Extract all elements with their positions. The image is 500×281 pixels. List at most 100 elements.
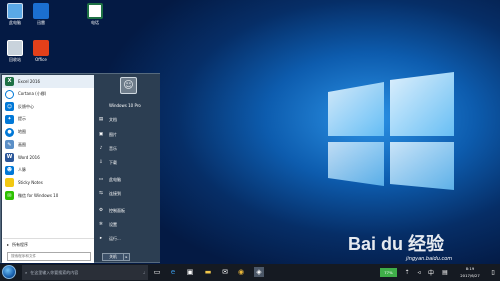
start-app-paint[interactable]: ✎ 画图 (2, 138, 94, 151)
start-menu: X Excel 2016 Cortana (小娜) ☺ 反馈中心 ✦ 提示 ● … (0, 73, 160, 263)
app-label: 微信 for Windows 10 (18, 192, 59, 198)
arrow-right-icon: ▸ (7, 242, 10, 247)
desktop-icon-label: Office (35, 57, 47, 62)
start-app-word[interactable]: W Word 2016 (2, 151, 94, 164)
desktop-icon-thunder[interactable]: 迅雷 (28, 3, 54, 26)
active-app-icon[interactable]: ◈ (254, 267, 264, 277)
menu-item-music[interactable]: ♪ 音乐 (97, 144, 117, 153)
task-view-icon[interactable]: ▭ (152, 267, 162, 277)
app-label: Sticky Notes (18, 180, 43, 186)
shutdown-label: 关机 (109, 254, 117, 259)
desktop-icon-this-pc[interactable]: 此电脑 (2, 3, 28, 26)
folder-icon[interactable]: ▬ (203, 267, 213, 277)
menu-item-run[interactable]: ▸ 运行... (97, 234, 121, 243)
start-app-cortana[interactable]: Cortana (小娜) (2, 88, 94, 101)
start-menu-app-list: X Excel 2016 Cortana (小娜) ☺ 反馈中心 ✦ 提示 ● … (2, 75, 94, 263)
app-label: 提示 (18, 116, 26, 122)
feedback-icon: ☺ (5, 102, 14, 112)
start-app-people[interactable]: ☻ 人脉 (2, 164, 94, 177)
store-icon[interactable]: ▣ (185, 267, 195, 277)
desktop-icon-recycle-bin[interactable]: 回收站 (2, 40, 28, 63)
app-label: 画图 (18, 141, 26, 147)
start-app-tips[interactable]: ✦ 提示 (2, 113, 94, 126)
paint-icon: ✎ (5, 140, 14, 150)
watermark-brand: Bai du 经验 (348, 233, 445, 254)
desktop-icon-excel-file[interactable]: 电话 (82, 3, 108, 26)
shutdown-button[interactable]: 关机 (102, 253, 124, 261)
thunder-icon (33, 3, 49, 19)
item-label: 音乐 (109, 145, 117, 151)
cortana-icon (5, 89, 14, 99)
excel-icon: X (5, 76, 14, 86)
start-app-wechat[interactable]: ✉ 微信 for Windows 10 (2, 189, 94, 202)
shutdown-options-button[interactable]: ▸ (124, 253, 130, 261)
chevron-right-icon: ▸ (125, 255, 128, 259)
item-label: 下载 (109, 159, 117, 165)
start-menu-user-pane: ☺ Windows 10 Pro ▤ 文档 ▣ 图片 ♪ 音乐 ⇩ 下载 ▭ 此… (94, 74, 160, 264)
app-label: 地图 (18, 129, 26, 135)
computer-icon: ▭ (98, 177, 104, 182)
download-icon: ⇩ (99, 160, 103, 165)
mail-icon[interactable]: ✉ (220, 267, 230, 277)
office-icon (33, 40, 49, 56)
menu-item-this-pc[interactable]: ▭ 此电脑 (97, 175, 121, 184)
battery-indicator[interactable]: 77% (380, 268, 397, 277)
desktop-icon-label: 电话 (91, 20, 99, 25)
watermark-url: jingyan.baidu.com (406, 256, 453, 262)
taskbar: ⌕ 在这里输入你要搜索的内容 ♩ ▭ e ▣ ▬ ✉ ◉ ◈ 77% ⇡ ◃ 中… (0, 264, 500, 281)
item-label: Windows 10 Pro (109, 103, 141, 108)
start-app-excel[interactable]: X Excel 2016 (2, 75, 94, 88)
desktop-icon-label: 回收站 (9, 57, 21, 62)
menu-item-pictures[interactable]: ▣ 图片 (97, 130, 117, 139)
search-icon: ⌕ (25, 270, 28, 275)
app-label: 人脉 (18, 167, 26, 173)
menu-item-connect-to[interactable]: ⇆ 连接到 (97, 189, 121, 198)
word-icon: W (5, 152, 14, 162)
desktop-icon-office[interactable]: Office (28, 40, 54, 63)
item-label: 连接到 (109, 190, 121, 196)
chrome-icon[interactable]: ◉ (236, 267, 246, 277)
start-button[interactable] (2, 265, 16, 279)
taskbar-search-box[interactable]: ⌕ 在这里输入你要搜索的内容 ♩ (22, 265, 148, 280)
item-label: 文档 (109, 116, 117, 122)
app-label: Cortana (小娜) (18, 91, 47, 97)
music-icon: ♪ (99, 146, 103, 151)
item-label: 此电脑 (109, 176, 121, 182)
connect-icon: ⇆ (99, 191, 103, 196)
picture-icon: ▣ (98, 132, 104, 137)
start-app-feedback[interactable]: ☺ 反馈中心 (2, 100, 94, 113)
edge-icon[interactable]: e (168, 267, 178, 277)
windows-logo-wallpaper (328, 72, 454, 190)
control-panel-icon: ⚙ (98, 208, 104, 213)
user-avatar[interactable]: ☺ (120, 77, 137, 94)
menu-item-windows-10-pro[interactable]: Windows 10 Pro (97, 101, 141, 110)
run-icon: ▸ (99, 236, 103, 241)
computer-icon (7, 3, 23, 19)
start-search-input[interactable]: 搜索程序和文件 (7, 252, 91, 261)
app-label: Excel 2016 (18, 78, 41, 84)
item-label: 运行... (109, 235, 121, 241)
menu-item-settings[interactable]: ✲ 设置 (97, 220, 117, 229)
wechat-icon: ✉ (5, 191, 14, 201)
system-clock[interactable]: 8:19 2017/6/27 (455, 265, 485, 280)
all-programs-button[interactable]: ▸ 所有程序 (3, 238, 94, 250)
excel-file-icon (87, 3, 103, 19)
desktop-icon-label: 此电脑 (9, 20, 21, 25)
all-programs-label: 所有程序 (12, 241, 29, 247)
app-label: Word 2016 (18, 154, 40, 160)
menu-item-control-panel[interactable]: ⚙ 控制面板 (97, 206, 125, 215)
network-icon[interactable]: ⇡ (402, 267, 412, 277)
battery-level: 77% (384, 270, 393, 275)
action-center-icon[interactable]: ▯ (488, 267, 498, 277)
recycle-bin-icon (7, 40, 23, 56)
start-app-sticky-notes[interactable]: Sticky Notes (2, 177, 94, 190)
notification-icon[interactable]: ▤ (440, 267, 450, 277)
input-method-icon[interactable]: 中 (426, 267, 436, 277)
item-label: 控制面板 (109, 207, 125, 213)
start-app-maps[interactable]: ● 地图 (2, 126, 94, 139)
clock-time: 8:19 (465, 266, 475, 271)
volume-icon[interactable]: ◃ (414, 267, 424, 277)
menu-item-documents[interactable]: ▤ 文档 (97, 115, 117, 124)
maps-icon: ● (5, 127, 14, 137)
menu-item-downloads[interactable]: ⇩ 下载 (97, 158, 117, 167)
